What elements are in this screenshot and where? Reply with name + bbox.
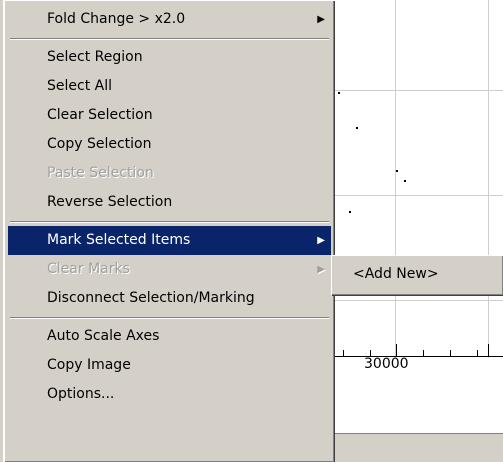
menu-item-label: Clear Selection — [47, 107, 153, 123]
menu-item-label: Auto Scale Axes — [47, 328, 160, 344]
submenu-arrow-icon: ▶ — [317, 235, 325, 246]
submenu-item-add-new[interactable]: <Add New> — [335, 259, 500, 289]
menu-item-select-region[interactable]: Select Region — [8, 43, 331, 72]
menu-item-clear-selection[interactable]: Clear Selection — [8, 101, 331, 130]
x-axis-tick — [396, 344, 397, 356]
x-axis-tick — [477, 350, 478, 356]
menu-item-options[interactable]: Options... — [8, 380, 331, 409]
grid-line-horizontal — [330, 300, 503, 301]
menu-item-label: Copy Image — [47, 357, 131, 373]
grid-line-horizontal — [330, 195, 503, 196]
menu-item-label: Select All — [47, 78, 112, 94]
data-point — [356, 127, 358, 129]
menu-item-label: Reverse Selection — [47, 194, 173, 210]
app-window: 30000 Fold Change > x2.0 ▶ Select Region… — [0, 0, 503, 462]
grid-line-vertical — [395, 0, 396, 358]
window-left-edge — [0, 0, 3, 462]
menu-item-fold-change[interactable]: Fold Change > x2.0 ▶ — [8, 5, 331, 34]
menu-item-label: Select Region — [47, 49, 143, 65]
data-point — [338, 92, 340, 94]
context-menu: Fold Change > x2.0 ▶ Select Region Selec… — [4, 0, 334, 462]
mark-selected-items-submenu: <Add New> — [331, 255, 503, 295]
menu-item-copy-selection[interactable]: Copy Selection — [8, 130, 331, 159]
menu-item-clear-marks: Clear Marks ▶ — [8, 255, 331, 284]
menu-item-label: Copy Selection — [47, 136, 152, 152]
data-point — [396, 170, 398, 172]
menu-separator — [10, 34, 329, 43]
data-point — [349, 211, 351, 213]
x-axis-tick — [343, 350, 344, 356]
x-axis-tick — [423, 350, 424, 356]
data-point — [404, 180, 406, 182]
menu-item-disconnect-selection-marking[interactable]: Disconnect Selection/Marking — [8, 284, 331, 313]
menu-item-label: Mark Selected Items — [47, 232, 191, 248]
menu-item-label: Options... — [47, 386, 115, 402]
submenu-arrow-icon: ▶ — [317, 14, 325, 25]
grid-line-vertical — [488, 0, 489, 358]
menu-item-paste-selection: Paste Selection — [8, 159, 331, 188]
submenu-item-label: <Add New> — [353, 266, 439, 282]
menu-item-label: Fold Change > x2.0 — [47, 11, 186, 27]
status-strip — [330, 433, 503, 462]
x-axis — [330, 356, 503, 357]
x-axis-tick — [488, 344, 489, 356]
menu-item-reverse-selection[interactable]: Reverse Selection — [8, 188, 331, 217]
menu-separator — [10, 217, 329, 226]
menu-separator — [10, 313, 329, 322]
menu-item-select-all[interactable]: Select All — [8, 72, 331, 101]
grid-line-horizontal — [330, 90, 503, 91]
menu-item-copy-image[interactable]: Copy Image — [8, 351, 331, 380]
menu-item-mark-selected-items[interactable]: Mark Selected Items ▶ — [8, 226, 331, 255]
menu-item-auto-scale-axes[interactable]: Auto Scale Axes — [8, 322, 331, 351]
menu-item-label: Paste Selection — [47, 165, 154, 181]
x-axis-tick-label: 30000 — [364, 356, 409, 372]
submenu-arrow-icon: ▶ — [317, 264, 325, 275]
x-axis-tick — [450, 350, 451, 356]
menu-item-label: Clear Marks — [47, 261, 130, 277]
menu-item-label: Disconnect Selection/Marking — [47, 290, 255, 306]
